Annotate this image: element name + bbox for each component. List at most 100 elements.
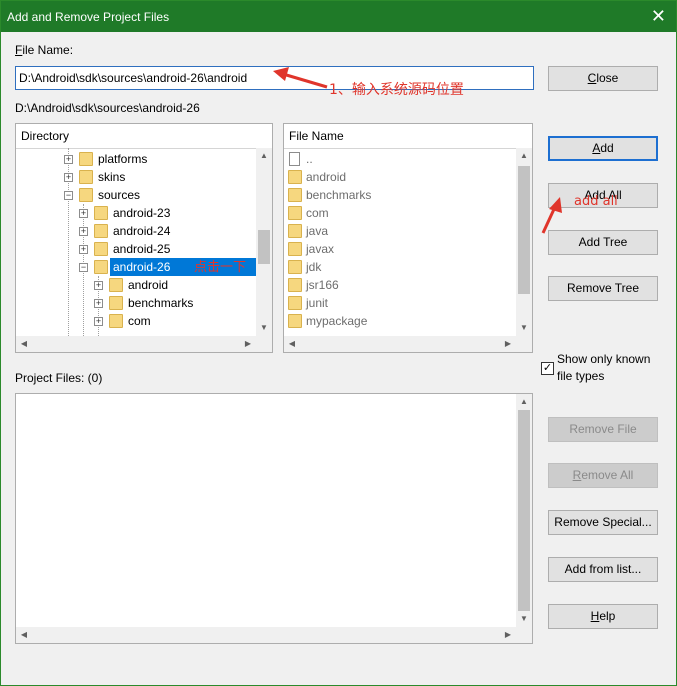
annotation-add-all-text: add all	[574, 194, 618, 209]
folder-icon	[288, 206, 302, 220]
file-item-label: mypackage	[306, 314, 368, 328]
tree-item-android[interactable]: + android	[16, 276, 256, 294]
tree-item-benchmarks[interactable]: + benchmarks	[16, 294, 256, 312]
file-name-column-header[interactable]: File Name	[284, 124, 532, 149]
expand-icon[interactable]: +	[64, 173, 73, 182]
remove-special-button[interactable]: Remove Special...	[548, 510, 658, 535]
tree-item-skins[interactable]: + skins	[16, 168, 256, 186]
folder-icon	[94, 206, 108, 220]
expand-icon[interactable]: +	[79, 245, 88, 254]
add-from-list-button[interactable]: Add from list...	[548, 557, 658, 582]
scroll-up-arrow-icon[interactable]: ▲	[516, 148, 532, 164]
scroll-left-arrow-icon[interactable]: ◀	[16, 627, 32, 643]
scroll-corner	[516, 627, 532, 643]
help-button[interactable]: Help	[548, 604, 658, 629]
directory-vertical-scrollbar[interactable]: ▲ ▼	[256, 148, 272, 336]
file-item-label: benchmarks	[306, 188, 372, 202]
window-title: Add and Remove Project Files	[7, 10, 170, 24]
expand-icon[interactable]: +	[94, 281, 103, 290]
scroll-right-arrow-icon[interactable]: ▶	[500, 627, 516, 643]
show-known-types-label-line2: file types	[557, 369, 605, 383]
scroll-right-arrow-icon[interactable]: ▶	[500, 336, 516, 352]
tree-item-com[interactable]: + com	[16, 312, 256, 330]
file-item-label: ..	[306, 152, 313, 166]
expand-icon[interactable]: +	[94, 299, 103, 308]
scroll-down-arrow-icon[interactable]: ▼	[516, 611, 532, 627]
file-list-vertical-scrollbar[interactable]: ▲ ▼	[516, 148, 532, 336]
scroll-up-arrow-icon[interactable]: ▲	[256, 148, 272, 164]
file-item-label: junit	[306, 296, 329, 310]
scroll-corner	[256, 336, 272, 352]
add-remove-project-files-dialog: Add and Remove Project Files ✕ File Name…	[0, 0, 677, 686]
project-files-horizontal-scrollbar[interactable]: ◀ ▶	[16, 627, 516, 643]
annotation-arrow-step1-icon	[273, 67, 328, 89]
folder-icon	[94, 224, 108, 238]
annotation-click-once-text: 点击一下	[194, 260, 247, 275]
file-item-label: com	[306, 206, 329, 220]
folder-icon	[288, 278, 302, 292]
file-item-label: java	[306, 224, 329, 238]
close-window-icon[interactable]: ✕	[651, 6, 666, 26]
annotation-step1-text: 1、输入系统源码位置	[329, 82, 464, 98]
tree-item-label: benchmarks	[128, 296, 194, 310]
scroll-thumb[interactable]	[518, 410, 530, 611]
folder-icon	[288, 224, 302, 238]
add-button[interactable]: Add	[548, 136, 658, 161]
project-files-vertical-scrollbar[interactable]: ▲ ▼	[516, 394, 532, 627]
file-item-label: javax	[306, 242, 335, 256]
tree-item-label: skins	[98, 170, 126, 184]
folder-icon	[288, 188, 302, 202]
folder-icon	[288, 170, 302, 184]
expand-icon[interactable]: +	[64, 155, 73, 164]
expand-icon[interactable]: +	[94, 317, 103, 326]
directory-horizontal-scrollbar[interactable]: ◀ ▶	[16, 336, 256, 352]
tree-item-platforms[interactable]: + platforms	[16, 150, 256, 168]
file-item-label: jsr166	[306, 278, 339, 292]
tree-item-label: platforms	[98, 152, 148, 166]
file-list-panel[interactable]: File Name .. android benchmarks com java…	[283, 123, 533, 353]
tree-item-android-23[interactable]: + android-23	[16, 204, 256, 222]
tree-item-label: android-23	[113, 206, 171, 220]
collapse-icon[interactable]: −	[79, 263, 88, 272]
scroll-up-arrow-icon[interactable]: ▲	[516, 394, 532, 410]
file-icon	[289, 152, 300, 166]
folder-open-icon	[94, 260, 108, 274]
directory-column-header[interactable]: Directory	[16, 124, 272, 149]
tree-item-label: android-25	[113, 242, 171, 256]
tree-item-android-24[interactable]: + android-24	[16, 222, 256, 240]
directory-tree-panel[interactable]: Directory + platforms + skins − sources …	[15, 123, 273, 353]
scroll-left-arrow-icon[interactable]: ◀	[284, 336, 300, 352]
collapse-icon[interactable]: −	[64, 191, 73, 200]
scroll-thumb[interactable]	[258, 230, 270, 264]
file-list-horizontal-scrollbar[interactable]: ◀ ▶	[284, 336, 516, 352]
file-name-label: File Name:	[15, 43, 74, 57]
file-item-label: android	[306, 170, 347, 184]
title-bar: Add and Remove Project Files ✕	[1, 1, 676, 32]
tree-item-sources[interactable]: − sources	[16, 186, 256, 204]
show-known-types-checkbox[interactable]: ✓	[541, 362, 554, 375]
remove-tree-button[interactable]: Remove Tree	[548, 276, 658, 301]
remove-all-button[interactable]: Remove All	[548, 463, 658, 488]
folder-icon	[79, 170, 93, 184]
expand-icon[interactable]: +	[79, 209, 88, 218]
close-button[interactable]: Close	[548, 66, 658, 91]
expand-icon[interactable]: +	[79, 227, 88, 236]
scroll-down-arrow-icon[interactable]: ▼	[516, 320, 532, 336]
folder-icon	[109, 314, 123, 328]
project-files-list[interactable]: ▲ ▼ ◀ ▶	[15, 393, 533, 644]
tree-item-label: sources	[98, 188, 141, 202]
scroll-down-arrow-icon[interactable]: ▼	[256, 320, 272, 336]
show-known-types-label: Show only known	[557, 352, 651, 366]
folder-icon	[79, 152, 93, 166]
scroll-corner	[516, 336, 532, 352]
tree-item-label: android-24	[113, 224, 171, 238]
scroll-right-arrow-icon[interactable]: ▶	[240, 336, 256, 352]
scroll-thumb[interactable]	[518, 166, 530, 294]
file-item-label: jdk	[306, 260, 322, 274]
folder-icon	[288, 314, 302, 328]
scroll-left-arrow-icon[interactable]: ◀	[16, 336, 32, 352]
remove-file-button[interactable]: Remove File	[548, 417, 658, 442]
folder-icon	[94, 242, 108, 256]
folder-open-icon	[79, 188, 93, 202]
folder-icon	[288, 242, 302, 256]
